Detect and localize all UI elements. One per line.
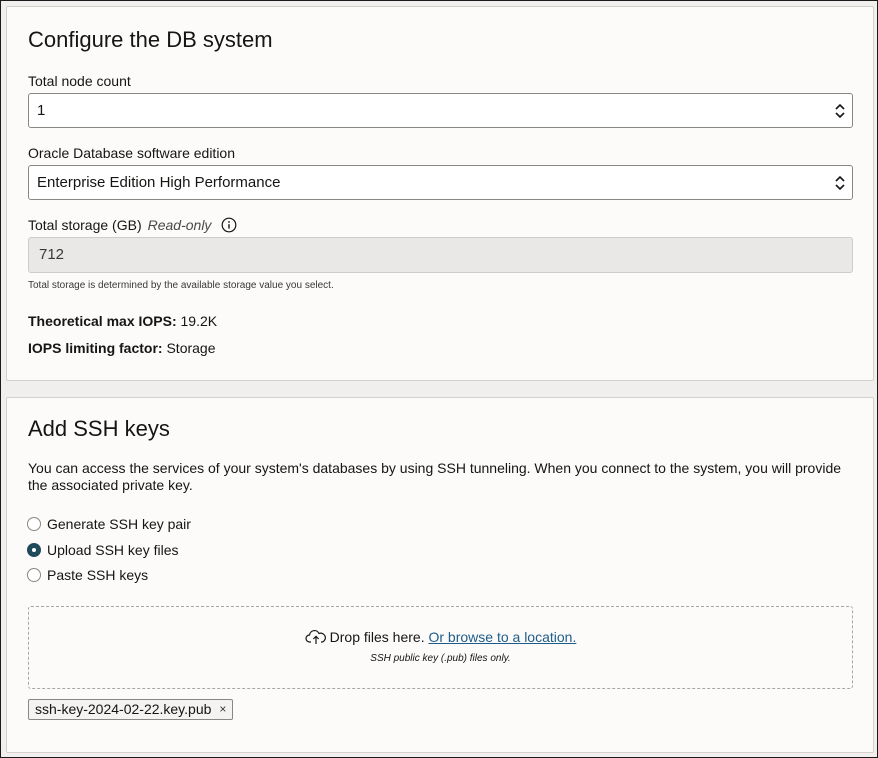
- browse-link[interactable]: Or browse to a location.: [428, 629, 576, 645]
- readonly-tag: Read-only: [147, 217, 212, 233]
- uploaded-file-name: ssh-key-2024-02-22.key.pub: [35, 701, 212, 717]
- node-count-value: 1: [37, 102, 46, 119]
- uploaded-file-chip: ssh-key-2024-02-22.key.pub ×: [28, 699, 234, 720]
- dropzone-text: Drop files here.: [329, 629, 425, 645]
- select-chevron-icon: [835, 103, 845, 119]
- software-edition-label: Oracle Database software edition: [28, 145, 235, 161]
- page-frame: Configure the DB system Total node count…: [0, 0, 878, 758]
- radio-button-selected[interactable]: [27, 543, 41, 557]
- storage-value: 712: [39, 246, 65, 263]
- iops-factor-label: IOPS limiting factor:: [28, 340, 163, 356]
- file-dropzone[interactable]: Drop files here. Or browse to a location…: [28, 606, 853, 689]
- software-edition-value: Enterprise Edition High Performance: [37, 174, 281, 191]
- iops-factor-value: Storage: [166, 340, 216, 356]
- storage-label: Total storage (GB): [28, 217, 142, 233]
- db-system-panel: Configure the DB system Total node count…: [6, 6, 874, 381]
- storage-readonly-field: 712: [28, 237, 853, 273]
- storage-label-row: Total storage (GB) Read-only: [28, 217, 237, 233]
- dropzone-hint: SSH public key (.pub) files only.: [370, 653, 511, 664]
- info-icon[interactable]: [221, 217, 237, 233]
- max-iops-label: Theoretical max IOPS:: [28, 313, 177, 329]
- db-system-title: Configure the DB system: [28, 27, 273, 52]
- storage-help-text: Total storage is determined by the avail…: [28, 280, 334, 291]
- select-chevron-icon: [835, 175, 845, 191]
- radio-label: Upload SSH key files: [47, 542, 179, 558]
- software-edition-select[interactable]: Enterprise Edition High Performance: [28, 165, 853, 200]
- max-iops-value: 19.2K: [180, 313, 218, 329]
- radio-generate-ssh-key-pair[interactable]: Generate SSH key pair: [27, 515, 191, 533]
- radio-button[interactable]: [27, 517, 41, 531]
- node-count-label: Total node count: [28, 73, 131, 89]
- ssh-keys-panel: Add SSH keys You can access the services…: [6, 397, 874, 753]
- radio-button[interactable]: [27, 568, 41, 582]
- ssh-keys-description: You can access the services of your syst…: [28, 460, 842, 493]
- dropzone-text-row: Drop files here. Or browse to a location…: [29, 629, 852, 645]
- radio-paste-ssh-keys[interactable]: Paste SSH keys: [27, 566, 148, 584]
- max-iops-row: Theoretical max IOPS: 19.2K: [28, 313, 217, 329]
- cloud-upload-icon: [305, 629, 326, 644]
- iops-factor-row: IOPS limiting factor: Storage: [28, 340, 216, 356]
- node-count-select[interactable]: 1: [28, 93, 853, 128]
- remove-file-icon[interactable]: ×: [219, 700, 226, 719]
- radio-label: Paste SSH keys: [47, 567, 149, 583]
- ssh-keys-title: Add SSH keys: [28, 416, 170, 441]
- radio-upload-ssh-key-files[interactable]: Upload SSH key files: [27, 541, 179, 559]
- radio-label: Generate SSH key pair: [47, 516, 191, 532]
